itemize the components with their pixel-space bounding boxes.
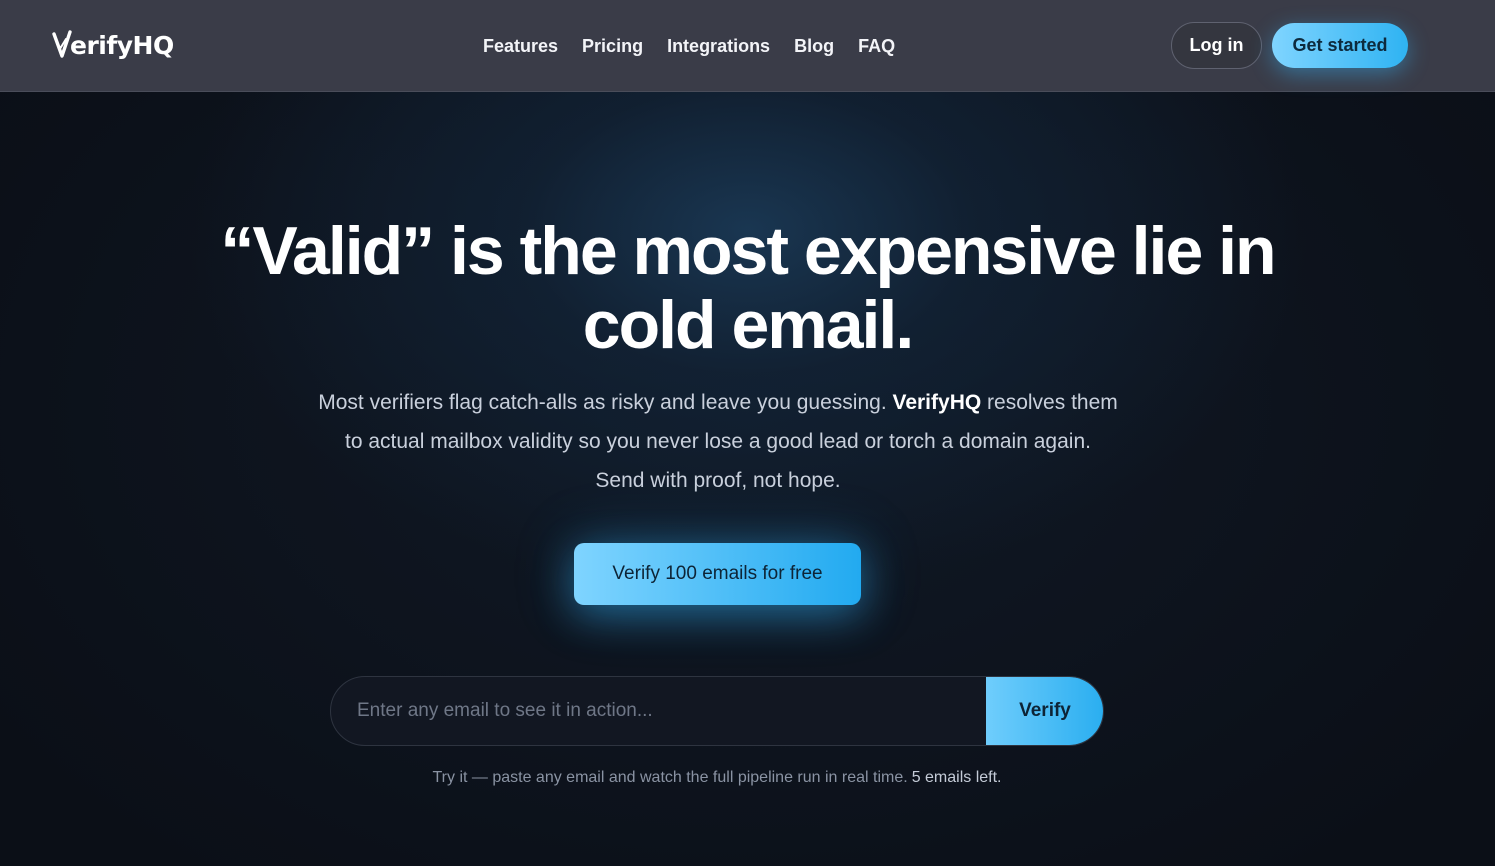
hero-subtitle: Most verifiers flag catch-alls as risky … — [318, 383, 1118, 500]
landing-page: erifyHQ Features Pricing Integrations Bl… — [0, 0, 1495, 866]
brand-name: erifyHQ — [70, 30, 174, 60]
hero-subtitle-intro: Most verifiers flag catch-alls as risky … — [318, 391, 893, 414]
email-demo-input[interactable] — [331, 677, 986, 745]
main-nav: Features Pricing Integrations Blog FAQ — [483, 33, 919, 59]
get-started-button[interactable]: Get started — [1272, 23, 1408, 68]
demo-hint-text: Try it — paste any email and watch the f… — [432, 769, 908, 786]
nav-link-integrations[interactable]: Integrations — [667, 36, 770, 57]
login-button[interactable]: Log in — [1171, 22, 1262, 69]
top-navbar: erifyHQ Features Pricing Integrations Bl… — [0, 0, 1495, 92]
nav-link-faq[interactable]: FAQ — [858, 36, 895, 57]
demo-hint: Try it — paste any email and watch the f… — [330, 767, 1104, 789]
verify-free-cta-button[interactable]: Verify 100 emails for free — [574, 543, 861, 605]
hero-subtitle-brand: VerifyHQ — [892, 391, 982, 414]
email-demo-form: Verify — [330, 676, 1104, 746]
nav-link-blog[interactable]: Blog — [794, 36, 834, 57]
emails-left-counter: 5 emails left. — [911, 769, 1002, 786]
nav-link-features[interactable]: Features — [483, 36, 558, 57]
verify-button[interactable]: Verify — [986, 677, 1103, 745]
nav-link-pricing[interactable]: Pricing — [582, 36, 643, 57]
brand-logo[interactable]: erifyHQ — [52, 26, 174, 64]
logo-check-v-icon — [52, 30, 72, 58]
hero-title: “Valid” is the most expensive lie in col… — [220, 213, 1276, 363]
